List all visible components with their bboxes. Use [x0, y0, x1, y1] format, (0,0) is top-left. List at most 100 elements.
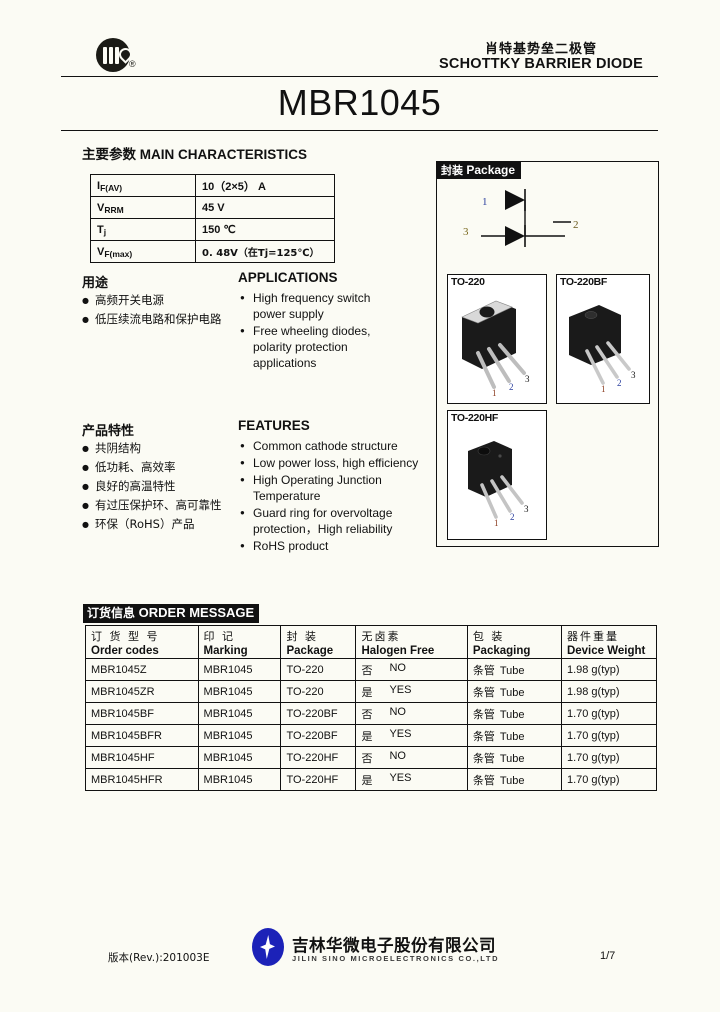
diode-triangle-icon — [505, 226, 525, 246]
column-header-cn: 印 记 — [203, 630, 236, 643]
main-characteristics-heading: 主要参数 MAIN CHARACTERISTICS — [82, 143, 307, 163]
cell-package: TO-220BF — [280, 702, 357, 725]
column-header-en: Marking — [203, 645, 248, 657]
list-item: High Operating Junction Temperature — [240, 472, 430, 504]
list-item-line: polarity protection — [253, 340, 348, 354]
packaging-cn: 条管 — [472, 707, 495, 721]
halogen-en: YES — [389, 683, 412, 696]
cell-marking: MBR1045 — [197, 658, 282, 681]
column-header-device-weight: 器件重量 Device Weight — [560, 625, 658, 659]
char-value-cell: 10（2×5） A — [195, 174, 335, 197]
applications-list-cn: 高频开关电源 低压续流电路和保护电路 — [82, 292, 227, 330]
pin-label-1: 1 — [494, 518, 499, 528]
footer-company-logo-icon — [252, 928, 288, 966]
halogen-cn: 否 — [361, 707, 373, 721]
mounting-hole — [477, 446, 491, 456]
packaging-en: Tube — [499, 730, 525, 743]
pin-label-2: 2 — [510, 512, 515, 522]
main-characteristics-heading-en: MAIN CHARACTERISTICS — [139, 147, 308, 162]
order-message-banner-cn: 订货信息 — [87, 606, 136, 620]
table-header-row: 订 货 型 号 Order codes 印 记 Marking 封 装 Pack… — [85, 625, 658, 659]
cell-marking: MBR1045 — [197, 724, 282, 747]
features-heading-en: FEATURES — [238, 418, 310, 433]
packaging-cn: 条管 — [472, 663, 495, 677]
column-header-en: Device Weight — [566, 645, 646, 657]
list-item: High frequency switch power supply — [240, 290, 415, 322]
order-message-table: 订 货 型 号 Order codes 印 记 Marking 封 装 Pack… — [85, 625, 658, 791]
cell-package: TO-220HF — [280, 768, 357, 791]
cell-marking: MBR1045 — [197, 746, 282, 769]
cell-device-weight: 1.70 g(typ) — [560, 746, 658, 769]
table-row: IF(AV) 10（2×5） A — [90, 174, 335, 197]
cell-marking: MBR1045 — [197, 680, 282, 703]
table-row: MBR1045HFR MBR1045 TO-220HF 是 YES 条管 Tube… — [85, 768, 658, 791]
halogen-value: 否 NO — [361, 662, 461, 678]
logo-stroke-2 — [109, 47, 113, 64]
halogen-value: 是 YES — [361, 728, 461, 744]
halogen-en: NO — [389, 661, 406, 674]
cell-package: TO-220BF — [280, 724, 357, 747]
features-list-en: Common cathode structure Low power loss,… — [240, 438, 430, 555]
header-title-cn: 肖特基势垒二极管 — [484, 42, 597, 57]
packaging-en: Tube — [499, 664, 525, 677]
cell-package: TO-220 — [280, 680, 357, 703]
cell-packaging: 条管 Tube — [466, 658, 562, 681]
list-item-line: protection，High reliability — [253, 522, 393, 536]
package-banner-en: Package — [466, 163, 516, 177]
pin-label-3: 3 — [463, 226, 469, 238]
pin-label-2: 2 — [509, 382, 514, 392]
cell-device-weight: 1.98 g(typ) — [560, 680, 658, 703]
to220-package-image: 1 2 3 — [461, 300, 530, 398]
cell-packaging: 条管 Tube — [466, 746, 562, 769]
list-item-line: Low power loss, high efficiency — [253, 456, 419, 470]
cell-order-code: MBR1045HFR — [85, 768, 199, 791]
package-caption: TO-220BF — [560, 276, 608, 288]
table-row: VF(max) 0. 48V（在Tj=125℃） — [90, 240, 335, 263]
list-item: 良好的高温特性 — [82, 478, 232, 495]
list-item: 高频开关电源 — [82, 292, 227, 309]
list-item-line: Guard ring for overvoltage — [253, 506, 393, 520]
list-item: Free wheeling diodes, polarity protectio… — [240, 323, 415, 371]
list-item: RoHS product — [240, 538, 430, 554]
header-rule-top — [61, 76, 658, 77]
column-header-marking: 印 记 Marking — [197, 625, 282, 659]
list-item: 低压续流电路和保护电路 — [82, 311, 227, 328]
cell-halogen-free: 否 NO — [355, 702, 468, 725]
cell-device-weight: 1.98 g(typ) — [560, 658, 658, 681]
list-item-line: power supply — [253, 307, 324, 321]
package-box-to220bf: TO-220BF 1 2 3 — [556, 274, 650, 404]
order-message-banner: 订货信息 ORDER MESSAGE — [83, 604, 260, 623]
diode-schematic-svg — [481, 189, 571, 247]
list-item-line: Temperature — [253, 489, 321, 503]
footer-company-name-cn: 吉林华微电子股份有限公司 — [292, 936, 496, 955]
header-title-en: SCHOTTKY BARRIER DIODE — [439, 56, 643, 72]
column-header-cn: 封 装 — [286, 630, 318, 643]
mounting-hole — [584, 311, 598, 319]
halogen-value: 否 NO — [361, 750, 461, 766]
pin-label-1: 1 — [482, 196, 488, 208]
datasheet-page: ® 肖特基势垒二极管 SCHOTTKY BARRIER DIODE MBR104… — [0, 0, 720, 1012]
cell-packaging: 条管 Tube — [466, 680, 562, 703]
header-rule-bottom — [61, 130, 658, 131]
column-header-en: Packaging — [472, 645, 531, 657]
halogen-en: YES — [389, 727, 412, 740]
cell-order-code: MBR1045ZR — [85, 680, 199, 703]
char-value-cell: 45 V — [195, 196, 335, 219]
cell-halogen-free: 否 NO — [355, 746, 468, 769]
packaging-en: Tube — [499, 774, 525, 787]
halogen-en: NO — [389, 749, 406, 762]
cell-halogen-free: 否 NO — [355, 658, 468, 681]
halogen-en: YES — [389, 771, 412, 784]
package-box-to220hf: TO-220HF 1 2 3 — [447, 410, 547, 540]
cell-order-code: MBR1045Z — [85, 658, 199, 681]
halogen-cn: 是 — [361, 773, 373, 787]
column-header-en: Order codes — [91, 645, 159, 657]
char-symbol: T — [97, 223, 104, 236]
list-item-line: High Operating Junction — [253, 473, 382, 487]
cell-device-weight: 1.70 g(typ) — [560, 724, 658, 747]
cell-halogen-free: 是 YES — [355, 680, 468, 703]
table-row: MBR1045HF MBR1045 TO-220HF 否 NO 条管 Tube 1… — [85, 746, 658, 769]
features-heading-cn: 产品特性 — [82, 424, 135, 439]
table-row: Tj 150 ℃ — [90, 218, 335, 241]
column-header-cn: 无卤素 — [361, 630, 401, 643]
